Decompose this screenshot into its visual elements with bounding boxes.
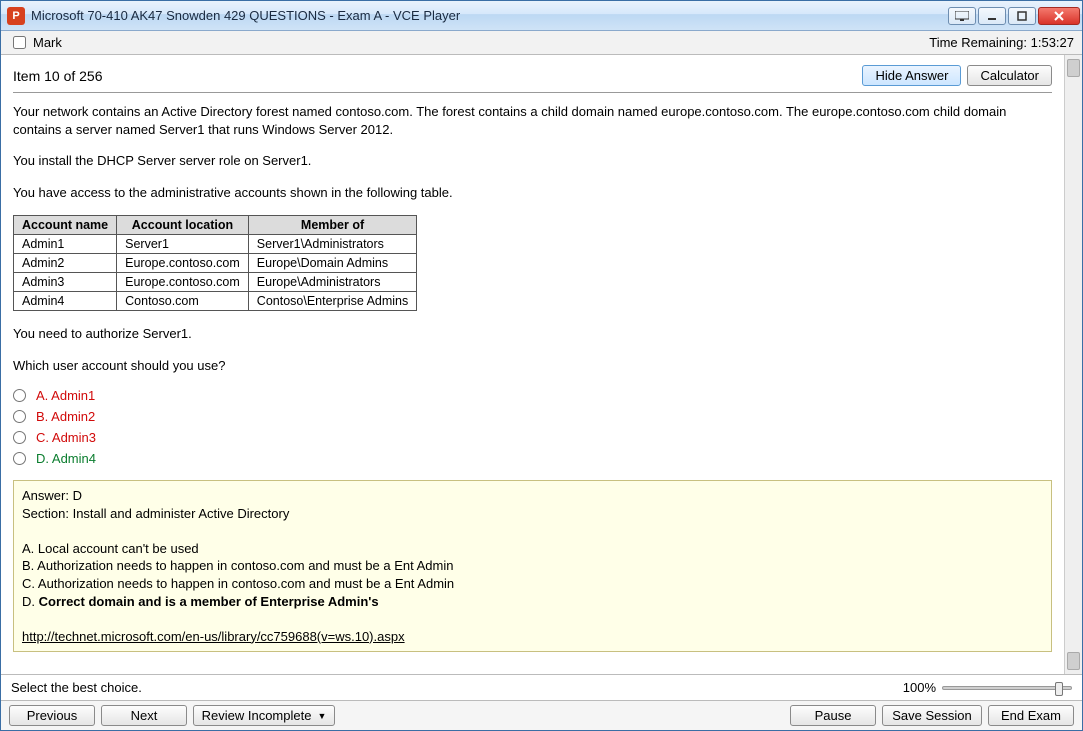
mark-label: Mark — [33, 35, 62, 50]
scroll-down-icon[interactable] — [1067, 652, 1080, 670]
calculator-button[interactable]: Calculator — [967, 65, 1052, 86]
table-cell: Europe\Domain Admins — [248, 254, 416, 273]
scroll-up-icon[interactable] — [1067, 59, 1080, 77]
previous-button[interactable]: Previous — [9, 705, 95, 726]
app-window: P Microsoft 70-410 AK47 Snowden 429 QUES… — [0, 0, 1083, 731]
table-header: Account location — [117, 216, 249, 235]
vertical-scrollbar[interactable] — [1064, 55, 1082, 674]
minimize-button[interactable] — [978, 7, 1006, 25]
reference-link[interactable]: http://technet.microsoft.com/en-us/libra… — [22, 629, 405, 644]
option-d[interactable]: D. Admin4 — [13, 451, 1052, 466]
answer-line: Answer: D — [22, 487, 1043, 505]
table-cell: Europe.contoso.com — [117, 254, 249, 273]
question-p4: You need to authorize Server1. — [13, 325, 1052, 343]
answer-explanation-box: Answer: D Section: Install and administe… — [13, 480, 1052, 652]
accounts-table: Account name Account location Member of … — [13, 215, 417, 311]
window-title: Microsoft 70-410 AK47 Snowden 429 QUESTI… — [31, 8, 948, 23]
table-header: Member of — [248, 216, 416, 235]
answer-exp-a: A. Local account can't be used — [22, 540, 1043, 558]
table-cell: Admin4 — [14, 292, 117, 311]
table-cell: Admin2 — [14, 254, 117, 273]
option-b-radio[interactable] — [13, 410, 26, 423]
pause-button[interactable]: Pause — [790, 705, 876, 726]
table-cell: Europe.contoso.com — [117, 273, 249, 292]
table-cell: Contoso.com — [117, 292, 249, 311]
content-wrap: Item 10 of 256 Hide Answer Calculator Yo… — [1, 55, 1082, 674]
maximize-button[interactable] — [1008, 7, 1036, 25]
table-row: Admin2 Europe.contoso.com Europe\Domain … — [14, 254, 417, 273]
hide-answer-button[interactable]: Hide Answer — [862, 65, 961, 86]
option-d-radio[interactable] — [13, 452, 26, 465]
zoom-value: 100% — [903, 680, 936, 695]
answer-exp-b: B. Authorization needs to happen in cont… — [22, 557, 1043, 575]
monitor-icon[interactable] — [948, 7, 976, 25]
answer-exp-d: D. Correct domain and is a member of Ent… — [22, 593, 1043, 611]
option-b[interactable]: B. Admin2 — [13, 409, 1052, 424]
table-row: Admin4 Contoso.com Contoso\Enterprise Ad… — [14, 292, 417, 311]
table-cell: Server1 — [117, 235, 249, 254]
answer-options: A. Admin1 B. Admin2 C. Admin3 D. Admin4 — [13, 388, 1052, 466]
titlebar: P Microsoft 70-410 AK47 Snowden 429 QUES… — [1, 1, 1082, 31]
table-row: Admin1 Server1 Server1\Administrators — [14, 235, 417, 254]
zoom-control: 100% — [903, 680, 1072, 695]
answer-exp-d-prefix: D. — [22, 594, 39, 609]
table-cell: Contoso\Enterprise Admins — [248, 292, 416, 311]
item-header-row: Item 10 of 256 Hide Answer Calculator — [13, 65, 1052, 93]
review-label: Review Incomplete — [202, 708, 312, 723]
mark-checkbox[interactable] — [13, 36, 26, 49]
review-incomplete-button[interactable]: Review Incomplete ▼ — [193, 705, 335, 726]
table-cell: Admin1 — [14, 235, 117, 254]
option-b-label: B. Admin2 — [36, 409, 95, 424]
status-row: Select the best choice. 100% — [1, 674, 1082, 700]
question-p2: You install the DHCP Server server role … — [13, 152, 1052, 170]
table-cell: Admin3 — [14, 273, 117, 292]
app-icon: P — [7, 7, 25, 25]
answer-exp-c: C. Authorization needs to happen in cont… — [22, 575, 1043, 593]
time-remaining: Time Remaining: 1:53:27 — [929, 35, 1074, 50]
question-text: Your network contains an Active Director… — [13, 103, 1052, 201]
question-text-2: You need to authorize Server1. Which use… — [13, 325, 1052, 374]
option-c-radio[interactable] — [13, 431, 26, 444]
question-p1: Your network contains an Active Director… — [13, 103, 1052, 138]
option-a-label: A. Admin1 — [36, 388, 95, 403]
table-row: Admin3 Europe.contoso.com Europe\Adminis… — [14, 273, 417, 292]
content-area: Item 10 of 256 Hide Answer Calculator Yo… — [1, 55, 1064, 674]
chevron-down-icon: ▼ — [317, 711, 326, 721]
table-cell: Europe\Administrators — [248, 273, 416, 292]
close-button[interactable] — [1038, 7, 1080, 25]
option-c-label: C. Admin3 — [36, 430, 96, 445]
table-header-row: Account name Account location Member of — [14, 216, 417, 235]
question-p3: You have access to the administrative ac… — [13, 184, 1052, 202]
instruction-text: Select the best choice. — [11, 680, 142, 695]
question-p5: Which user account should you use? — [13, 357, 1052, 375]
next-button[interactable]: Next — [101, 705, 187, 726]
option-c[interactable]: C. Admin3 — [13, 430, 1052, 445]
end-exam-button[interactable]: End Exam — [988, 705, 1074, 726]
option-d-label: D. Admin4 — [36, 451, 96, 466]
option-a[interactable]: A. Admin1 — [13, 388, 1052, 403]
item-number: Item 10 of 256 — [13, 68, 103, 84]
window-controls — [948, 7, 1080, 25]
save-session-button[interactable]: Save Session — [882, 705, 982, 726]
mark-bar: Mark Time Remaining: 1:53:27 — [1, 31, 1082, 55]
table-cell: Server1\Administrators — [248, 235, 416, 254]
table-header: Account name — [14, 216, 117, 235]
zoom-slider-knob[interactable] — [1055, 682, 1063, 696]
mark-checkbox-label[interactable]: Mark — [9, 33, 62, 52]
answer-exp-d-bold: Correct domain and is a member of Enterp… — [39, 594, 379, 609]
answer-section: Section: Install and administer Active D… — [22, 505, 1043, 523]
nav-row: Previous Next Review Incomplete ▼ Pause … — [1, 700, 1082, 730]
option-a-radio[interactable] — [13, 389, 26, 402]
zoom-slider[interactable] — [942, 686, 1072, 690]
